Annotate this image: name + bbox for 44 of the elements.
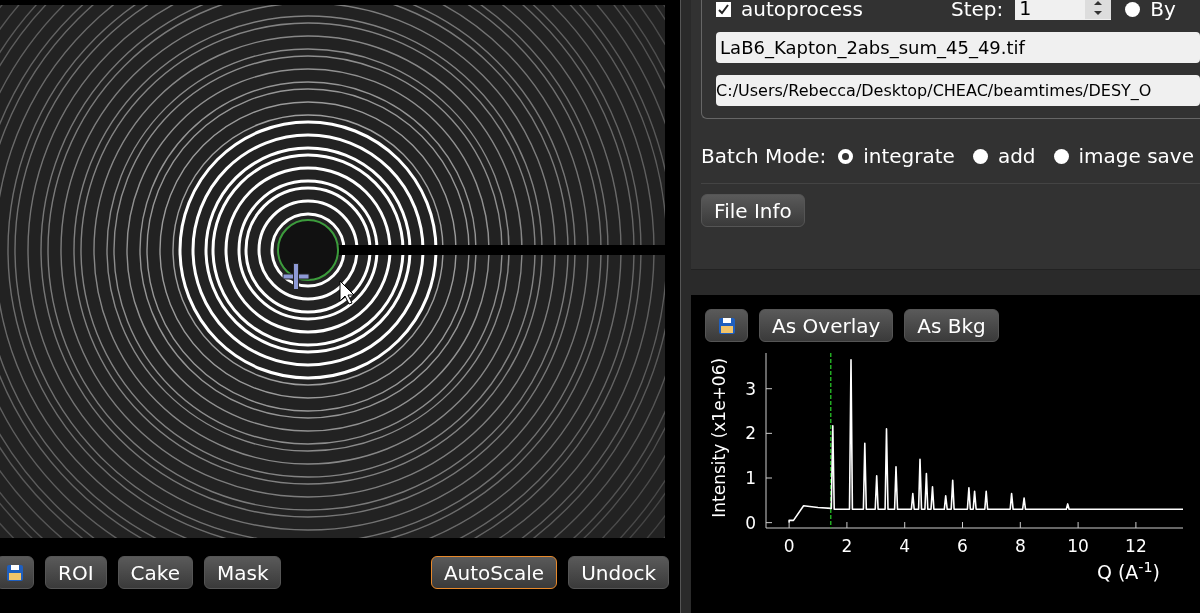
checkbox[interactable] — [716, 1, 732, 17]
radio-button[interactable] — [838, 148, 854, 164]
y-tick-label: 3 — [745, 378, 757, 399]
crosshair-icon — [282, 263, 310, 290]
x-tick-label: 4 — [899, 536, 911, 554]
plot-button[interactable]: As Overlay — [759, 309, 894, 342]
radio-button[interactable] — [972, 148, 988, 164]
x-axis-label: Q (A$^{-1}$) — [1096, 558, 1160, 585]
save-button[interactable] — [705, 309, 749, 342]
toolbar-button[interactable]: Undock — [568, 556, 669, 589]
x-tick-label: 6 — [957, 536, 968, 554]
x-tick-label: 10 — [1067, 536, 1089, 554]
radio-button[interactable] — [1053, 148, 1069, 164]
save-button[interactable] — [0, 556, 34, 589]
toolbar-button[interactable]: ROI — [45, 556, 107, 589]
file-info-button[interactable]: File Info — [701, 194, 805, 227]
by-label: By — [1150, 0, 1176, 23]
autoprocess-label: autoprocess — [741, 0, 863, 23]
cursor-icon — [339, 280, 355, 305]
toolbar-button[interactable]: Cake — [117, 556, 193, 589]
step-label: Step: — [950, 0, 1004, 23]
toolbar-button[interactable]: AutoScale — [430, 556, 558, 589]
file-path-field[interactable]: C:/Users/Rebecca/Desktop/CHEAC/beamtimes/DESY_O — [716, 75, 1200, 106]
y-axis-label: Intensity (x1e+06) — [709, 357, 730, 518]
radio-label: integrate — [863, 143, 955, 170]
save-icon — [6, 563, 24, 582]
radio-button[interactable] — [1125, 1, 1141, 17]
x-tick-label: 12 — [1125, 536, 1147, 554]
check-icon — [718, 3, 730, 15]
x-tick-label: 0 — [783, 536, 795, 554]
plot-button[interactable]: As Bkg — [904, 309, 999, 342]
batch-mode-label: Batch Mode: — [701, 143, 827, 170]
y-tick-label: 1 — [745, 468, 757, 488]
y-tick-label: 0 — [745, 512, 757, 533]
beam-center-circle — [277, 219, 339, 281]
x-tick-label: 2 — [841, 536, 853, 554]
toolbar-button[interactable]: Mask — [203, 556, 282, 589]
file-name-field[interactable]: LaB6_Kapton_2abs_sum_45_49.tif — [716, 32, 1200, 63]
y-tick-label: 2 — [745, 423, 757, 444]
save-icon — [717, 316, 736, 335]
radio-label: image save — [1078, 143, 1194, 170]
radio-label: add — [997, 143, 1036, 170]
step-spinbox[interactable]: 1 — [1015, 0, 1112, 20]
x-tick-label: 8 — [1015, 536, 1026, 554]
